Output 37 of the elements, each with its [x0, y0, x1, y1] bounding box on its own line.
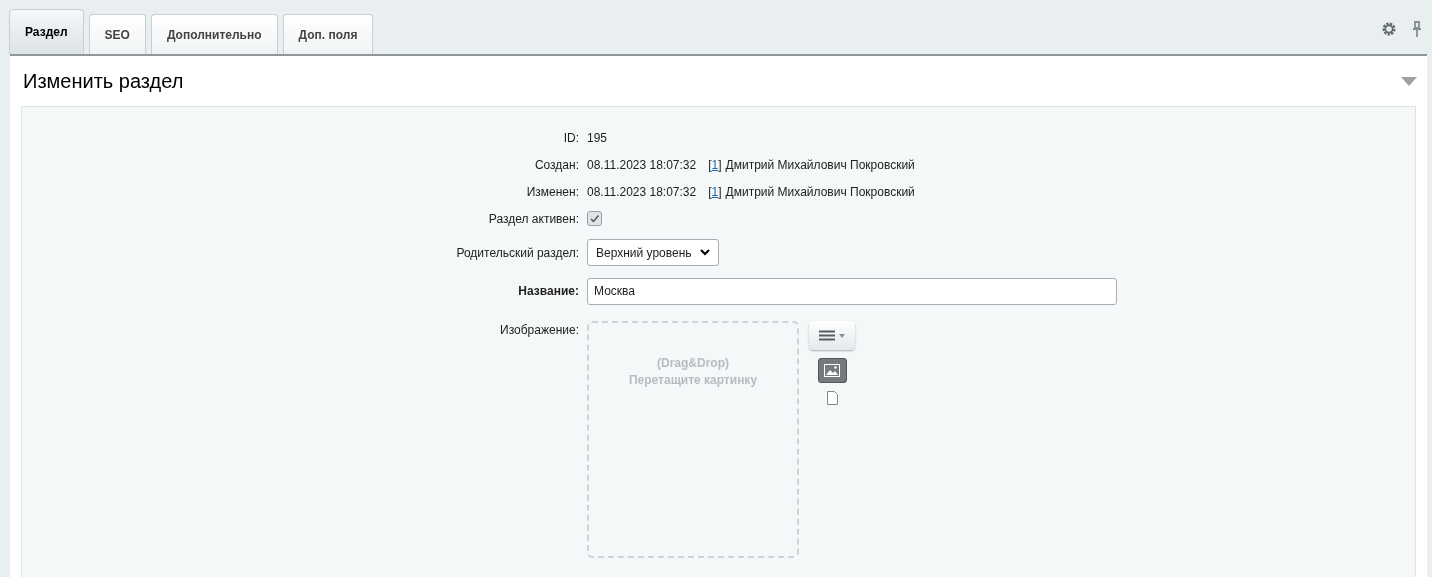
field-label: Родительский раздел:: [456, 245, 579, 260]
field-label: Раздел активен:: [488, 211, 579, 226]
image-mode-button[interactable]: [817, 358, 847, 383]
tab[interactable]: Дополнительно: [150, 14, 278, 54]
tab[interactable]: SEO: [88, 14, 146, 54]
field-label: Изменен:: [526, 184, 579, 199]
file-icon[interactable]: [826, 391, 838, 405]
name-input[interactable]: Москва: [587, 277, 1117, 305]
image-icon: [824, 364, 840, 377]
field-label: Создан:: [534, 157, 579, 172]
section-title: Изменить раздел: [23, 69, 184, 94]
chevron-down-icon: [699, 249, 710, 256]
collapse-icon[interactable]: [1401, 76, 1417, 86]
field-label: Название:: [518, 284, 579, 298]
user-name: Дмитрий Михайлович Покровский: [725, 183, 915, 201]
bracket: [: [708, 183, 712, 201]
date-value: 08.11.2023 18:07:32: [587, 156, 697, 174]
caret-icon: [839, 333, 845, 338]
field-label: ID:: [563, 130, 579, 145]
checkmark-icon: [589, 213, 600, 224]
pin-icon[interactable]: [1412, 21, 1422, 37]
field-value: 195: [587, 129, 608, 147]
parent-select[interactable]: Верхний уровень: [587, 239, 719, 266]
date-value: 08.11.2023 18:07:32: [587, 183, 697, 201]
tab[interactable]: Раздел: [9, 9, 84, 54]
menu-button[interactable]: [809, 321, 855, 350]
bracket: [: [708, 156, 712, 174]
drop-hint: (Drag&Drop): [657, 355, 729, 372]
settings-icon[interactable]: [1382, 22, 1396, 36]
active-checkbox[interactable]: [587, 211, 602, 226]
tab[interactable]: Доп. поля: [282, 14, 374, 54]
menu-icon: [819, 330, 835, 341]
bracket: ]: [718, 183, 722, 201]
drop-hint: Перетащите картинку: [628, 372, 758, 389]
field-label: Изображение:: [500, 323, 579, 337]
bracket: ]: [718, 156, 722, 174]
user-name: Дмитрий Михайлович Покровский: [725, 156, 915, 174]
